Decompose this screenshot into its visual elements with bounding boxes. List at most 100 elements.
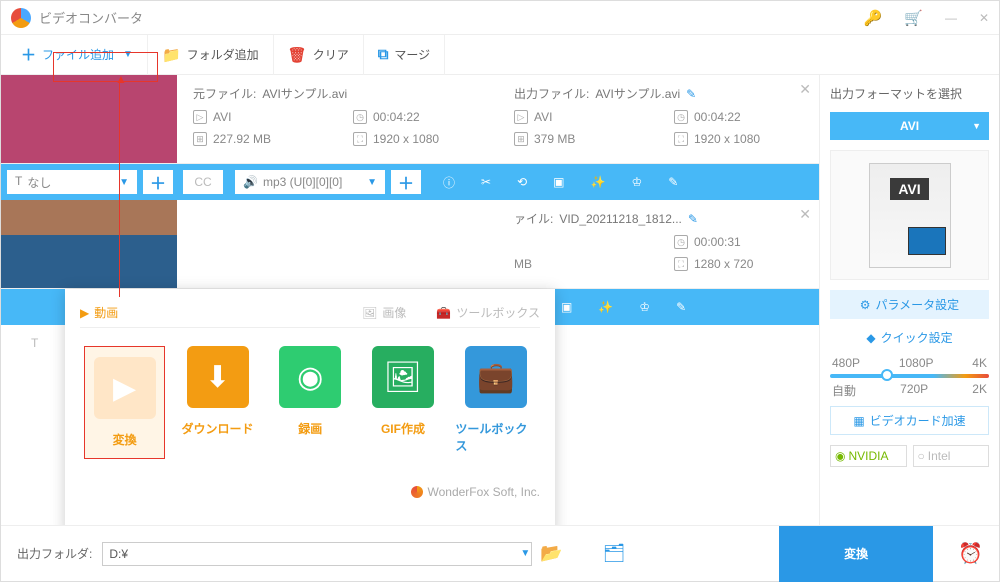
main-toolbar: ＋ ファイル追加 ▼ 📁 フォルダ追加 🗑 クリア ⧉ マージ — [1, 35, 999, 75]
info-icon[interactable]: ⓘ — [443, 174, 455, 191]
convert-button[interactable]: 変換 — [779, 526, 933, 582]
rotate-icon[interactable]: ⟲ — [517, 175, 527, 189]
subtitle-icon: T — [31, 336, 38, 350]
clear-label: クリア — [313, 46, 349, 63]
nvidia-badge: ◉NVIDIA — [830, 445, 907, 467]
format-preview: AVI — [830, 150, 989, 280]
resolution-icon: ⛶ — [353, 132, 367, 146]
app-title: ビデオコンバータ — [39, 8, 143, 27]
add-file-button[interactable]: ＋ ファイル追加 ▼ — [7, 35, 148, 75]
cut-icon[interactable]: ✂ — [481, 175, 491, 189]
tab-toolbox[interactable]: 🧰ツールボックス — [436, 304, 540, 321]
output-folder-input[interactable] — [102, 542, 532, 566]
quick-setting-label: ◆クイック設定 — [830, 329, 989, 346]
add-file-dropdown: ▶動画 🖼画像 🧰ツールボックス ▶ 変換 ⬇ ダウンロード ◉ — [65, 289, 555, 525]
size-icon: ⊞ — [514, 132, 528, 146]
output-name: AVIサンプル.avi — [595, 85, 680, 102]
tab-image[interactable]: 🖼画像 — [362, 304, 406, 321]
watermark-icon[interactable]: ♔ — [639, 300, 650, 314]
download-icon: ⬇ — [187, 346, 249, 408]
clock-icon: ◷ — [674, 235, 688, 249]
chip-icon: ▦ — [853, 414, 864, 428]
remove-file-button[interactable]: ✕ — [799, 206, 811, 223]
format-icon: ▷ — [193, 110, 207, 124]
crop-icon[interactable]: ▣ — [561, 300, 572, 314]
output-folder-label: 出力フォルダ: — [17, 545, 92, 562]
toolbox-icon: 🧰 — [436, 306, 451, 320]
chevron-down-icon[interactable]: ▼ — [520, 548, 530, 559]
cart-icon[interactable]: 🛒 — [904, 9, 923, 27]
crop-icon[interactable]: ▣ — [553, 175, 564, 189]
cc-button[interactable]: CC — [183, 170, 223, 194]
effect-icon[interactable]: ✨ — [598, 300, 613, 314]
edit-name-button[interactable]: ✎ — [688, 212, 698, 226]
format-icon: ▷ — [514, 110, 528, 124]
quality-slider[interactable]: 480P1080P4K 自動720P2K — [830, 356, 989, 396]
dropdown-toolbox[interactable]: 💼 ツールボックス — [455, 346, 536, 459]
add-folder-button[interactable]: 📁 フォルダ追加 — [148, 35, 274, 75]
merge-label: マージ — [394, 46, 430, 63]
bottom-bar: 出力フォルダ: ▼ 📂 🗂 変換 ⏰ — [1, 525, 999, 581]
gif-icon: 🖼 — [372, 346, 434, 408]
clock-icon: ◷ — [353, 110, 367, 124]
record-icon: ◉ — [279, 346, 341, 408]
intel-badge: ○Intel — [913, 445, 990, 467]
source-label: 元ファイル: — [193, 85, 256, 102]
gpu-accel-button[interactable]: ▦ビデオカード加速 — [830, 406, 989, 435]
video-icon: ▶ — [80, 306, 89, 320]
chevron-down-icon: ▼ — [123, 49, 133, 60]
dropdown-download[interactable]: ⬇ ダウンロード — [177, 346, 258, 459]
subtitle-select[interactable]: Tなし▼ — [7, 170, 137, 194]
output-label: ァイル: — [514, 210, 553, 227]
subtitle-icon: T — [15, 174, 22, 191]
dropdown-convert[interactable]: ▶ 変換 — [84, 346, 165, 459]
speaker-icon: 🔊 — [243, 175, 258, 189]
effect-icon[interactable]: ✨ — [590, 175, 605, 189]
image-icon: 🖼 — [362, 306, 377, 320]
dropdown-record[interactable]: ◉ 録画 — [270, 346, 351, 459]
close-button[interactable]: ✕ — [979, 11, 989, 25]
clock-icon: ◷ — [674, 110, 688, 124]
thumbnail[interactable] — [1, 75, 177, 163]
file-row: ✕ 元ファイル: AVIサンプル.avi ▷AVI ◷00:04:22 ⊞227… — [1, 75, 819, 164]
add-audio-button[interactable]: ＋ — [391, 170, 421, 194]
thumbnail[interactable] — [1, 200, 177, 288]
add-folder-label: フォルダ追加 — [187, 46, 259, 63]
toolbox-icon: 💼 — [465, 346, 527, 408]
folder-icon: 📁 — [162, 46, 181, 64]
plus-icon: ＋ — [21, 44, 36, 65]
minimize-button[interactable]: — — [945, 11, 957, 25]
remove-file-button[interactable]: ✕ — [799, 81, 811, 98]
edit-name-button[interactable]: ✎ — [686, 87, 696, 101]
dropdown-gif[interactable]: 🖼 GIF作成 — [363, 346, 444, 459]
frame-icon — [908, 227, 946, 255]
merge-button[interactable]: ⧉ マージ — [364, 35, 445, 75]
add-file-label: ファイル追加 — [42, 46, 114, 63]
source-name: AVIサンプル.avi — [262, 85, 347, 102]
sliders-icon: ⚙ — [860, 298, 871, 312]
watermark-icon[interactable]: ♔ — [631, 175, 642, 189]
dropdown-footer: WonderFox Soft, Inc. — [80, 477, 540, 499]
edit-icon[interactable]: ✎ — [676, 300, 686, 314]
trash-icon: 🗑 — [288, 46, 307, 64]
resolution-icon: ⛶ — [674, 132, 688, 146]
format-label: 出力フォーマットを選択 — [830, 85, 989, 102]
app-logo — [11, 8, 31, 28]
titlebar: ビデオコンバータ 🔑 🛒 — ✕ — [1, 1, 999, 35]
add-subtitle-button[interactable]: ＋ — [143, 170, 173, 194]
format-select-button[interactable]: AVI — [830, 112, 989, 140]
audio-select[interactable]: 🔊mp3 (U[0][0][0]▼ — [235, 170, 385, 194]
open-folder-button[interactable]: 📂 — [540, 543, 562, 564]
edit-icon[interactable]: ✎ — [668, 175, 678, 189]
folder-list-button[interactable]: 🗂 — [603, 543, 626, 564]
clear-button[interactable]: 🗑 クリア — [274, 35, 364, 75]
merge-icon: ⧉ — [378, 46, 389, 63]
key-icon[interactable]: 🔑 — [864, 9, 883, 27]
alarm-icon[interactable]: ⏰ — [958, 541, 983, 566]
wonderfox-logo — [411, 486, 423, 498]
tab-video[interactable]: ▶動画 — [80, 304, 118, 321]
output-name: VID_20211218_1812... — [559, 212, 682, 226]
resolution-icon: ⛶ — [674, 257, 688, 271]
parameter-settings-button[interactable]: ⚙パラメータ設定 — [830, 290, 989, 319]
convert-icon: ▶ — [94, 357, 156, 419]
